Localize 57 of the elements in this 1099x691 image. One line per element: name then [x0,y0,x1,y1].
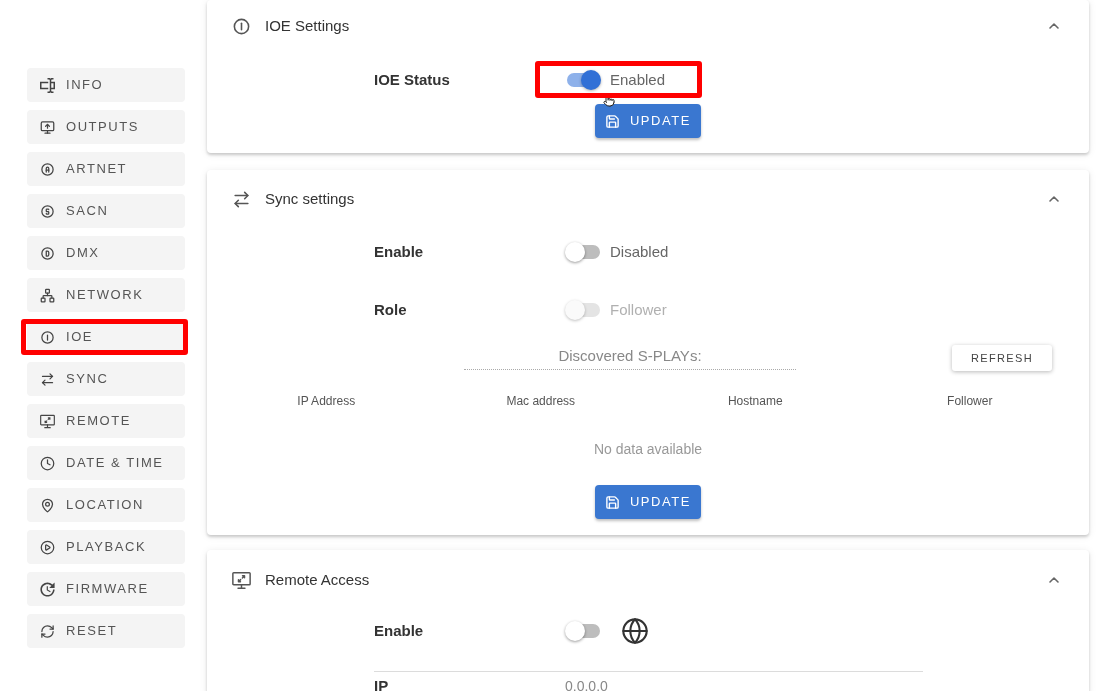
toggle-switch[interactable] [565,70,601,90]
globe-icon [621,617,649,645]
update-button[interactable]: UPDATE [595,485,701,519]
field-label: Role [374,299,408,320]
remote-monitor-icon [232,570,251,590]
update-button[interactable]: UPDATE [595,104,701,138]
play-circle-icon [40,539,55,555]
empty-table-text: No data available [593,439,703,459]
sidebar-item[interactable]: FIRMWARE [27,572,185,606]
circled-i-icon [232,16,251,36]
sidebar-item[interactable]: ARTNET [27,152,185,186]
sidebar-item[interactable]: INFO [27,68,185,102]
swap-arrows-icon [40,371,55,387]
column-header: Follower [947,393,993,410]
monitor-upload-icon [40,119,55,135]
sidebar-item[interactable]: DMX [27,236,185,270]
ip-value: 0.0.0.0 [565,676,608,691]
sidebar-item[interactable]: NETWORK [27,278,185,312]
remote-monitor-icon [40,413,55,429]
section-title: IOE Settings [265,15,350,36]
toggle-state-text: Follower [610,299,667,320]
toggle-state-text: Enabled [610,69,666,90]
save-icon [604,494,620,510]
textbox-icon [40,77,55,93]
swap-arrows-icon [232,189,251,209]
sidebar-item[interactable]: SYNC [27,362,185,396]
column-header: Mac address [506,393,576,410]
circled-i-icon [40,329,55,345]
sidebar-item[interactable]: LOCATION [27,488,185,522]
sidebar-item[interactable]: SACN [27,194,185,228]
sidebar-item[interactable]: REMOTE [27,404,185,438]
field-label: IOE Status [374,69,451,90]
update-clock-icon [40,581,55,597]
map-pin-icon [40,497,55,513]
refresh-button[interactable]: REFRESH [952,345,1052,371]
circled-a-icon [40,161,55,177]
network-icon [40,287,55,303]
column-header: Hostname [727,393,783,410]
circled-s-icon [40,203,55,219]
discovered-devices-field: Discovered S-PLAYs: [464,346,796,370]
field-label: IP [374,675,390,691]
sidebar-item[interactable]: PLAYBACK [27,530,185,564]
field-label: Enable [374,620,425,641]
sidebar-item[interactable]: OUTPUTS [27,110,185,144]
save-icon [604,113,620,129]
sidebar-item[interactable]: DATE & TIME [27,446,185,480]
toggle-switch[interactable] [565,242,601,262]
section-title: Sync settings [265,188,355,209]
field-label: Enable [374,241,425,262]
toggle-state-text: Disabled [610,241,669,262]
circled-d-icon [40,245,55,261]
column-header: IP Address [297,393,356,410]
refresh-icon [40,623,55,639]
section-title: Remote Access [265,569,370,590]
toggle-switch[interactable] [565,621,601,641]
clock-icon [40,455,55,471]
sidebar-item[interactable]: RESET [27,614,185,648]
